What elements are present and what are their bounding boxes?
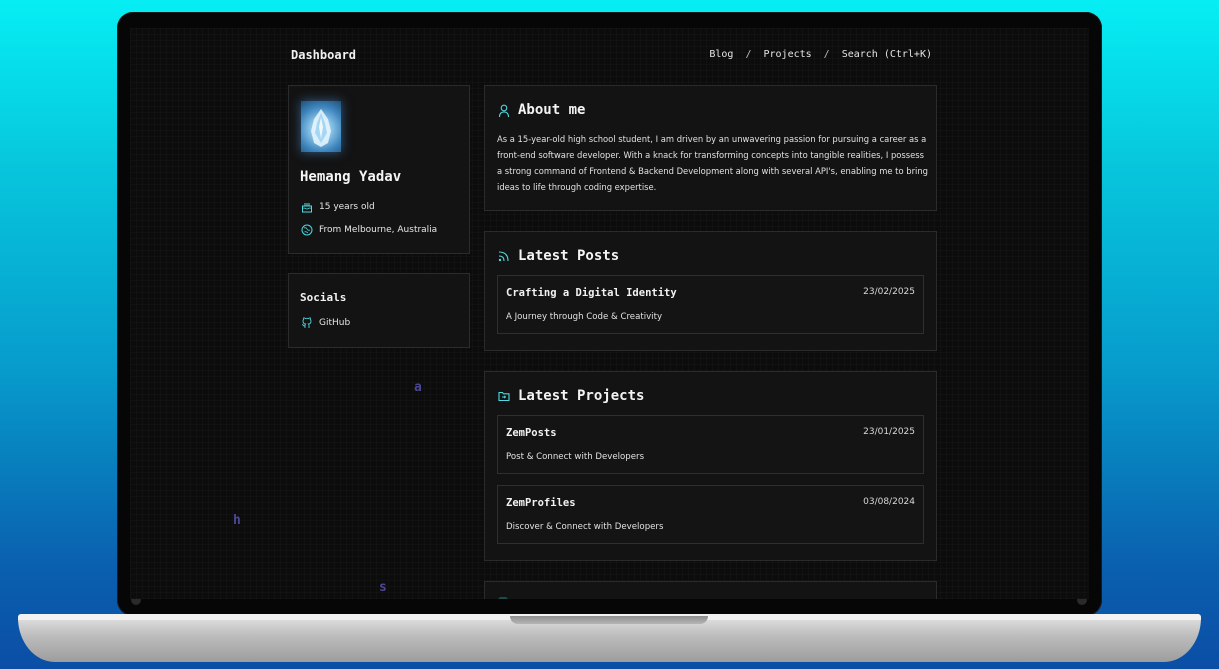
projects-card: Latest Projects ZemPosts 23/01/2025 Post…: [484, 371, 937, 561]
projects-header: Latest Projects: [498, 388, 644, 404]
project-title: ZemProfiles: [506, 497, 576, 509]
cake-icon: [301, 201, 313, 213]
github-link[interactable]: GitHub: [319, 318, 350, 328]
posts-header: Latest Posts: [498, 248, 619, 264]
age-row: 15 years old: [301, 201, 375, 213]
posts-card: Latest Posts Crafting a Digital Identity…: [484, 231, 937, 351]
social-github[interactable]: GitHub: [301, 317, 350, 329]
nav-separator: /: [745, 49, 752, 60]
github-icon: [301, 317, 313, 329]
project-item[interactable]: ZemPosts 23/01/2025 Post & Connect with …: [497, 415, 924, 474]
socials-title: Socials: [300, 291, 347, 304]
nav-link-search[interactable]: Search (Ctrl+K): [842, 49, 932, 60]
nav-title[interactable]: Dashboard: [291, 48, 356, 62]
about-text: As a 15-year-old high school student, I …: [497, 134, 928, 192]
post-desc: A Journey through Code & Creativity: [506, 312, 663, 322]
projects-title: Latest Projects: [518, 388, 645, 404]
project-desc: Post & Connect with Developers: [506, 452, 645, 462]
user-icon: [498, 104, 510, 118]
posts-title: Latest Posts: [518, 248, 620, 264]
location-text: From Melbourne, Australia: [319, 225, 438, 235]
nav-link-projects[interactable]: Projects: [763, 49, 811, 60]
about-card: About me As a 15-year-old high school st…: [484, 85, 937, 211]
location-row: From Melbourne, Australia: [301, 224, 437, 236]
next-card-partial: [484, 581, 937, 599]
project-item[interactable]: ZemProfiles 03/08/2024 Discover & Connec…: [497, 485, 924, 544]
post-date: 23/02/2025: [863, 287, 915, 297]
nav-link-blog[interactable]: Blog: [709, 49, 733, 60]
rss-icon: [498, 250, 510, 262]
profile-card: Hemang Yadav 15 years old From Melbourne…: [288, 85, 470, 254]
folder-icon: [498, 390, 510, 402]
screen: Dashboard Blog / Projects / Search (Ctrl…: [130, 28, 1089, 599]
age-text: 15 years old: [319, 202, 375, 212]
section-icon: [498, 597, 508, 599]
project-title: ZemPosts: [506, 427, 557, 439]
socials-card: Socials GitHub: [288, 273, 470, 348]
about-title: About me: [518, 102, 586, 118]
post-item[interactable]: Crafting a Digital Identity 23/02/2025 A…: [497, 275, 924, 334]
floating-letter: a: [414, 380, 422, 395]
globe-icon: [301, 224, 313, 236]
avatar: [301, 101, 341, 152]
about-header: About me: [498, 102, 585, 118]
project-date: 23/01/2025: [863, 427, 915, 437]
floating-letter: s: [379, 580, 387, 595]
project-date: 03/08/2024: [863, 497, 915, 507]
profile-name: Hemang Yadav: [300, 169, 402, 185]
nav-separator: /: [823, 49, 830, 60]
project-desc: Discover & Connect with Developers: [506, 522, 664, 532]
nav-links: Blog / Projects / Search (Ctrl+K): [709, 49, 932, 60]
laptop-notch: [510, 616, 708, 624]
floating-letter: h: [233, 513, 241, 528]
post-title: Crafting a Digital Identity: [506, 287, 677, 299]
